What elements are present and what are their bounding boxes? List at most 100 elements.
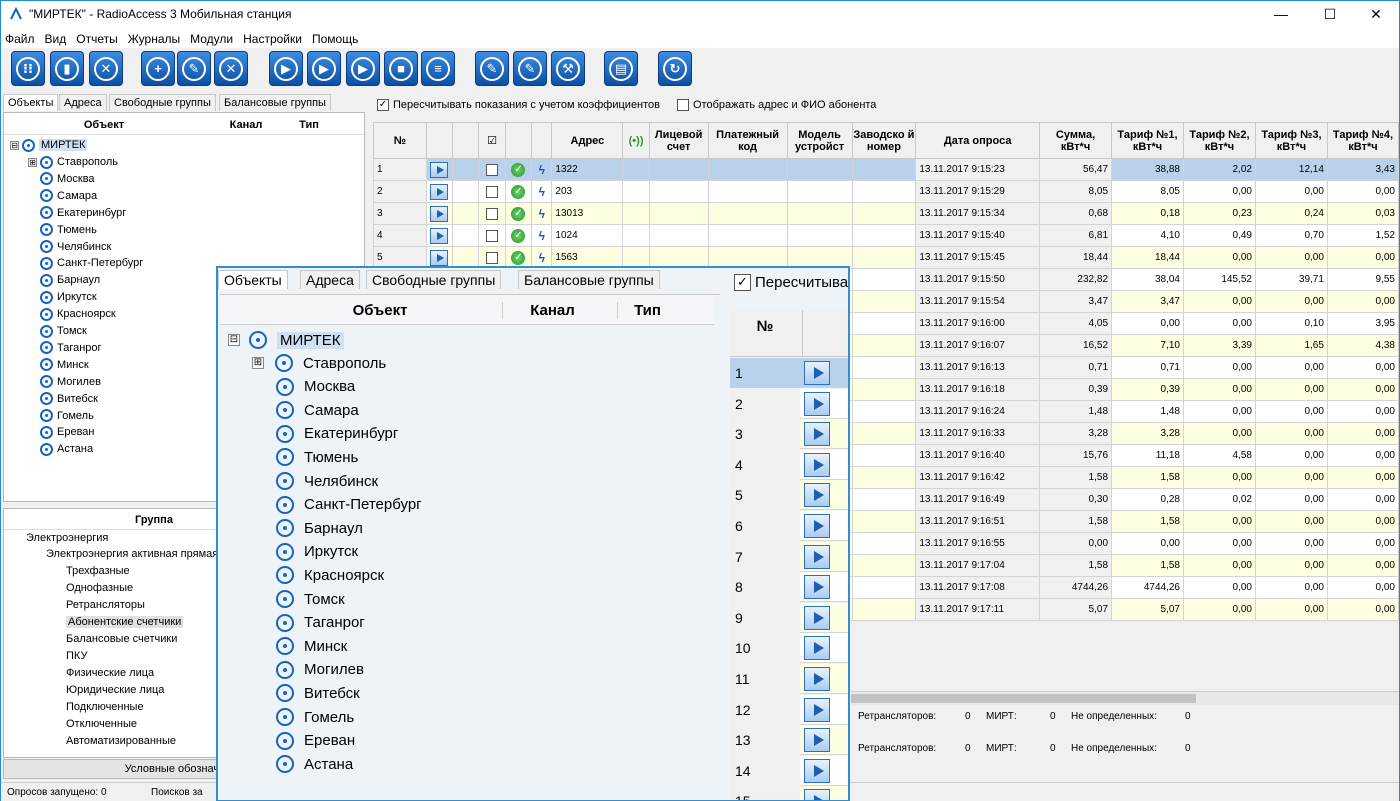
zoom-tree-node-city[interactable]: Ереван xyxy=(276,730,355,752)
zoom-tree-node-city[interactable]: Красноярск xyxy=(276,564,384,586)
tree-node-city[interactable]: Минск xyxy=(40,357,89,373)
grid-column-header[interactable]: Тариф №4, кВт*ч xyxy=(1326,122,1400,159)
group-item[interactable]: Подключенные xyxy=(66,701,144,713)
zoom-tree-node-city[interactable]: Самара xyxy=(276,399,359,421)
zoom-table-row[interactable]: 6 xyxy=(730,511,848,541)
tree-node-city[interactable]: Витебск xyxy=(40,391,98,407)
zoom-table-row[interactable]: 7 xyxy=(730,541,848,572)
zoom-header-channel[interactable]: Канал xyxy=(502,302,602,319)
table-row[interactable]: 2 ✓ ϟ 203 13.11.2017 9:15:29 8,05 8,05 0,00 0,00… xyxy=(373,180,1400,203)
tree-node-city[interactable]: Челябинск xyxy=(40,239,111,255)
zoom-tree-node-city[interactable]: Екатеринбург xyxy=(276,423,398,445)
zoom-tree-node-city[interactable]: Тюмень xyxy=(276,446,358,468)
group-item[interactable]: Балансовые счетчики xyxy=(66,633,177,645)
play-icon[interactable] xyxy=(429,227,448,244)
menu-view[interactable]: Вид xyxy=(40,28,72,46)
tab-objects[interactable]: Объекты xyxy=(3,94,59,111)
grid-column-header[interactable]: Сумма, кВт*ч xyxy=(1039,122,1113,159)
zoom-table-row[interactable]: 2 xyxy=(730,388,848,419)
zoom-tree-node-city[interactable]: ⊞ Ставрополь xyxy=(252,352,386,374)
play-icon[interactable] xyxy=(804,514,830,538)
expand-icon[interactable]: ⊞ xyxy=(28,157,37,167)
zoom-tree-node-city[interactable]: Москва xyxy=(276,376,355,398)
zoom-recalc-option[interactable]: ✓ Пересчитыва xyxy=(734,274,848,291)
toolbar-grid-button[interactable]: ⁝⁝ xyxy=(11,51,45,86)
grid-column-header[interactable] xyxy=(425,122,454,159)
play-icon[interactable] xyxy=(429,161,448,178)
tree-node-city[interactable]: Самара xyxy=(40,188,97,204)
tab-free-groups[interactable]: Свободные группы xyxy=(109,94,216,111)
grid-column-header[interactable]: Тариф №1, кВт*ч xyxy=(1111,122,1184,159)
row-play-cell[interactable] xyxy=(425,202,454,225)
zoom-collapse-icon[interactable]: ⊟ xyxy=(228,334,240,346)
menu-journals[interactable]: Журналы xyxy=(123,28,185,46)
tree-node-city[interactable]: Красноярск xyxy=(40,306,116,322)
play-icon[interactable] xyxy=(804,544,830,569)
zoom-tree-node-city[interactable]: Санкт-Петербург xyxy=(276,494,422,516)
table-row[interactable]: 1 ✓ ϟ 1322 13.11.2017 9:15:23 56,47 38,88 2,02 1… xyxy=(373,158,1400,181)
grid-column-header[interactable]: № xyxy=(373,122,427,159)
tree-node-city[interactable]: Санкт-Петербург xyxy=(40,255,143,271)
row-checkbox[interactable] xyxy=(486,185,499,198)
group-item[interactable]: Физические лица xyxy=(66,667,154,679)
row-play-cell[interactable] xyxy=(425,158,454,181)
recalc-checkbox[interactable]: ✓ xyxy=(377,99,389,111)
minimize-button[interactable]: — xyxy=(1258,1,1304,28)
menu-file[interactable]: Файл xyxy=(1,28,40,46)
play-icon[interactable] xyxy=(804,391,830,416)
grid-column-header[interactable]: Лицевой счет xyxy=(648,122,709,159)
play-icon[interactable] xyxy=(804,697,830,722)
grid-column-header[interactable] xyxy=(504,122,533,159)
play-icon[interactable] xyxy=(804,636,830,661)
toolbar-document-edit-button[interactable]: ✎ xyxy=(513,51,547,86)
table-row[interactable]: 3 ✓ ϟ 13013 13.11.2017 9:15:34 0,68 0,18 0,23 0,… xyxy=(373,202,1400,225)
play-icon[interactable] xyxy=(804,605,830,630)
row-play-cell[interactable] xyxy=(425,180,454,203)
menu-reports[interactable]: Отчеты xyxy=(71,28,122,46)
tree-node-city[interactable]: Москва xyxy=(40,171,95,187)
zoom-table-row[interactable]: 5 xyxy=(730,480,848,511)
group-item[interactable]: Ретрансляторы xyxy=(66,599,145,611)
toolbar-wrench-button[interactable]: ⚒ xyxy=(551,51,585,86)
grid-column-header[interactable]: Платежный код xyxy=(707,122,788,159)
zoom-table-row[interactable]: 12 xyxy=(730,694,848,725)
play-icon[interactable] xyxy=(804,452,830,477)
toolbar-play-search-button[interactable]: ▶ xyxy=(307,51,341,86)
table-row[interactable]: 4 ✓ ϟ 1024 13.11.2017 9:15:40 6,81 4,10 0,49 0,7… xyxy=(373,224,1400,247)
zoom-tree-node-city[interactable]: Иркутск xyxy=(276,541,358,563)
zoom-table-row[interactable]: 1 xyxy=(730,358,848,388)
zoom-tab-addresses[interactable]: Адреса xyxy=(300,270,360,289)
zoom-tree-node-city[interactable]: Таганрог xyxy=(276,612,365,634)
menu-settings[interactable]: Настройки xyxy=(238,28,307,46)
play-icon[interactable] xyxy=(429,249,448,266)
close-button[interactable]: ✕ xyxy=(1353,1,1399,28)
group-item[interactable]: Трехфазные xyxy=(66,565,130,577)
zoom-table-row[interactable]: 10 xyxy=(730,633,848,664)
toolbar-add-button[interactable]: + xyxy=(141,51,175,86)
menu-help[interactable]: Помощь xyxy=(307,28,363,46)
play-icon[interactable] xyxy=(804,789,830,800)
zoom-tree-node-city[interactable]: Витебск xyxy=(276,682,360,704)
tree-node-city[interactable]: Тюмень xyxy=(40,222,97,238)
zoom-table-row[interactable]: 14 xyxy=(730,755,848,786)
zoom-tab-balance-groups[interactable]: Балансовые группы xyxy=(518,270,660,289)
grid-horizontal-scrollbar[interactable] xyxy=(851,691,1399,705)
group-sub[interactable]: Электроэнергия активная прямая xyxy=(46,548,218,560)
show-address-option[interactable]: Отображать адрес и ФИО абонента xyxy=(677,99,876,111)
zoom-recalc-checkbox[interactable]: ✓ xyxy=(734,274,751,291)
toolbar-delete-button[interactable]: ✕ xyxy=(214,51,248,86)
grid-column-header[interactable]: Заводско й номер xyxy=(851,122,917,159)
zoom-tab-free-groups[interactable]: Свободные группы xyxy=(366,270,502,289)
play-icon[interactable] xyxy=(429,183,448,200)
play-icon[interactable] xyxy=(804,483,830,508)
play-icon[interactable] xyxy=(804,728,830,753)
recalc-option[interactable]: ✓ Пересчитывать показания с учетом коэффи… xyxy=(377,99,660,111)
grid-column-header[interactable] xyxy=(531,122,553,159)
zoom-table-row[interactable]: 11 xyxy=(730,664,848,694)
grid-column-header[interactable] xyxy=(452,122,480,159)
tree-node-city[interactable]: Таганрог xyxy=(40,340,102,356)
tree-node-city[interactable]: Могилев xyxy=(40,374,101,390)
zoom-tree-node-city[interactable]: Могилев xyxy=(276,659,364,681)
tree-node-city[interactable]: Екатеринбург xyxy=(40,205,126,221)
tree-node-city[interactable]: Барнаул xyxy=(40,272,100,288)
